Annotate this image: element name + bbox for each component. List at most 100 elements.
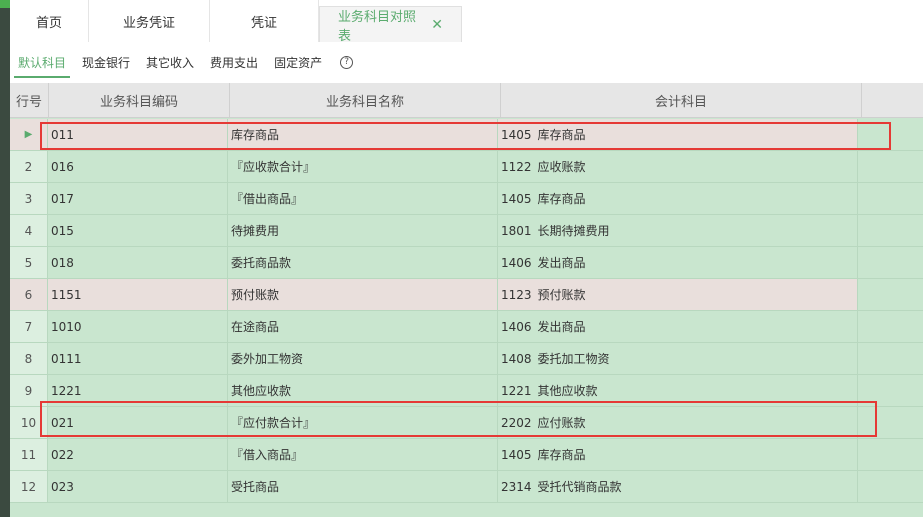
current-row-arrow-icon: ▶ bbox=[24, 129, 33, 140]
cell-name[interactable]: 『应付款合计』 bbox=[228, 407, 498, 438]
subtab-cash-bank-label: 现金银行 bbox=[82, 55, 131, 70]
cell-name[interactable]: 待摊费用 bbox=[228, 215, 498, 246]
cell-filler bbox=[858, 471, 923, 502]
cell-code[interactable]: 018 bbox=[48, 247, 228, 278]
table-row[interactable]: 4 015 待摊费用 1801 长期待摊费用 bbox=[10, 215, 923, 247]
cell-account[interactable]: 1405 库存商品 bbox=[498, 439, 858, 470]
cell-name[interactable]: 『应收款合计』 bbox=[228, 151, 498, 182]
account-mapping-grid: 行号 业务科目编码 业务科目名称 会计科目 ▶ 011 库存商品 1405 库存商… bbox=[10, 83, 923, 517]
tab-account-mapping[interactable]: 业务科目对照表 ✕ bbox=[319, 6, 462, 44]
cell-name[interactable]: 在途商品 bbox=[228, 311, 498, 342]
cell-name[interactable]: 受托商品 bbox=[228, 471, 498, 502]
cell-code[interactable]: 022 bbox=[48, 439, 228, 470]
grid-rows: ▶ 011 库存商品 1405 库存商品 2 016 『应收款合计』 1122 应收… bbox=[10, 119, 923, 503]
cell-code[interactable]: 016 bbox=[48, 151, 228, 182]
header-business-name[interactable]: 业务科目名称 bbox=[230, 83, 501, 117]
table-row[interactable]: 10 021 『应付款合计』 2202 应付账款 bbox=[10, 407, 923, 439]
subtab-default-accounts-label: 默认科目 bbox=[18, 55, 67, 70]
sub-tab-bar: 默认科目 现金银行 其它收入 费用支出 固定资产 ? bbox=[10, 42, 923, 82]
cell-name[interactable]: 其他应收款 bbox=[228, 375, 498, 406]
close-icon[interactable]: ✕ bbox=[431, 17, 443, 33]
account-name: 长期待摊费用 bbox=[537, 224, 610, 238]
table-row[interactable]: 7 1010 在途商品 1406 发出商品 bbox=[10, 311, 923, 343]
help-icon[interactable]: ? bbox=[340, 55, 354, 69]
cell-name[interactable]: 『借出商品』 bbox=[228, 183, 498, 214]
cell-name[interactable]: 『借入商品』 bbox=[228, 439, 498, 470]
account-name: 受托代销商品款 bbox=[537, 480, 622, 494]
cell-account[interactable]: 1123 预付账款 bbox=[498, 279, 858, 310]
table-row[interactable]: 9 1221 其他应收款 1221 其他应收款 bbox=[10, 375, 923, 407]
account-name: 应收账款 bbox=[537, 160, 586, 174]
header-business-code[interactable]: 业务科目编码 bbox=[49, 83, 230, 117]
table-row[interactable]: 11 022 『借入商品』 1405 库存商品 bbox=[10, 439, 923, 471]
subtab-default-accounts[interactable]: 默认科目 bbox=[10, 42, 74, 82]
cell-account[interactable]: 1122 应收账款 bbox=[498, 151, 858, 182]
cell-filler bbox=[858, 343, 923, 374]
header-accounting-account[interactable]: 会计科目 bbox=[501, 83, 862, 117]
top-tab-bar: 首页 业务凭证 凭证 业务科目对照表 ✕ bbox=[10, 0, 923, 44]
account-code: 1801 bbox=[501, 223, 532, 238]
account-code: 1221 bbox=[501, 383, 532, 398]
account-name: 库存商品 bbox=[537, 128, 586, 142]
cell-code[interactable]: 1221 bbox=[48, 375, 228, 406]
cell-filler bbox=[858, 119, 923, 150]
cell-code[interactable]: 021 bbox=[48, 407, 228, 438]
cell-code[interactable]: 015 bbox=[48, 215, 228, 246]
cell-name[interactable]: 库存商品 bbox=[228, 119, 498, 150]
app-main: 首页 业务凭证 凭证 业务科目对照表 ✕ 默认科目 现金银行 其它收入 费用支出… bbox=[10, 0, 923, 517]
tab-business-voucher[interactable]: 业务凭证 bbox=[89, 0, 210, 42]
account-name: 预付账款 bbox=[537, 288, 586, 302]
cell-account[interactable]: 1405 库存商品 bbox=[498, 119, 858, 150]
account-name: 库存商品 bbox=[537, 448, 586, 462]
cell-account[interactable]: 1221 其他应收款 bbox=[498, 375, 858, 406]
account-name: 应付账款 bbox=[537, 416, 586, 430]
subtab-other-income[interactable]: 其它收入 bbox=[138, 42, 202, 82]
cell-code[interactable]: 023 bbox=[48, 471, 228, 502]
cell-account[interactable]: 1406 发出商品 bbox=[498, 311, 858, 342]
cell-code[interactable]: 0111 bbox=[48, 343, 228, 374]
cell-account[interactable]: 2202 应付账款 bbox=[498, 407, 858, 438]
cell-filler bbox=[858, 311, 923, 342]
cell-account[interactable]: 1406 发出商品 bbox=[498, 247, 858, 278]
grid-header: 行号 业务科目编码 业务科目名称 会计科目 bbox=[10, 83, 923, 118]
table-row[interactable]: 6 1151 预付账款 1123 预付账款 bbox=[10, 279, 923, 311]
cell-name[interactable]: 委外加工物资 bbox=[228, 343, 498, 374]
tab-business-voucher-label: 业务凭证 bbox=[122, 15, 175, 31]
table-row[interactable]: 3 017 『借出商品』 1405 库存商品 bbox=[10, 183, 923, 215]
cell-filler bbox=[858, 279, 923, 310]
tab-home-label: 首页 bbox=[35, 15, 62, 31]
subtab-cash-bank[interactable]: 现金银行 bbox=[74, 42, 138, 82]
tab-voucher[interactable]: 凭证 bbox=[210, 0, 319, 42]
row-number: 2 bbox=[10, 151, 48, 182]
table-row[interactable]: ▶ 011 库存商品 1405 库存商品 bbox=[10, 119, 923, 151]
cell-account[interactable]: 1801 长期待摊费用 bbox=[498, 215, 858, 246]
cell-code[interactable]: 017 bbox=[48, 183, 228, 214]
cell-code[interactable]: 011 bbox=[48, 119, 228, 150]
subtab-expenses[interactable]: 费用支出 bbox=[202, 42, 266, 82]
subtab-fixed-assets-label: 固定资产 bbox=[274, 55, 323, 70]
header-row-no[interactable]: 行号 bbox=[10, 83, 49, 117]
row-number: 5 bbox=[10, 247, 48, 278]
account-code: 1405 bbox=[501, 127, 532, 142]
account-name: 其他应收款 bbox=[537, 384, 598, 398]
cell-code[interactable]: 1010 bbox=[48, 311, 228, 342]
cell-account[interactable]: 2314 受托代销商品款 bbox=[498, 471, 858, 502]
table-row[interactable]: 5 018 委托商品款 1406 发出商品 bbox=[10, 247, 923, 279]
account-code: 1123 bbox=[501, 287, 532, 302]
account-name: 委托加工物资 bbox=[537, 352, 610, 366]
table-row[interactable]: 2 016 『应收款合计』 1122 应收账款 bbox=[10, 151, 923, 183]
account-code: 2202 bbox=[501, 415, 532, 430]
table-row[interactable]: 12 023 受托商品 2314 受托代销商品款 bbox=[10, 471, 923, 503]
row-number: 10 bbox=[10, 407, 48, 438]
tab-account-mapping-label: 业务科目对照表 bbox=[338, 9, 417, 44]
tab-home[interactable]: 首页 bbox=[10, 0, 89, 42]
account-name: 库存商品 bbox=[537, 192, 586, 206]
subtab-expenses-label: 费用支出 bbox=[210, 55, 259, 70]
subtab-fixed-assets[interactable]: 固定资产 bbox=[266, 42, 330, 82]
table-row[interactable]: 8 0111 委外加工物资 1408 委托加工物资 bbox=[10, 343, 923, 375]
cell-account[interactable]: 1405 库存商品 bbox=[498, 183, 858, 214]
cell-code[interactable]: 1151 bbox=[48, 279, 228, 310]
cell-name[interactable]: 委托商品款 bbox=[228, 247, 498, 278]
cell-account[interactable]: 1408 委托加工物资 bbox=[498, 343, 858, 374]
cell-name[interactable]: 预付账款 bbox=[228, 279, 498, 310]
